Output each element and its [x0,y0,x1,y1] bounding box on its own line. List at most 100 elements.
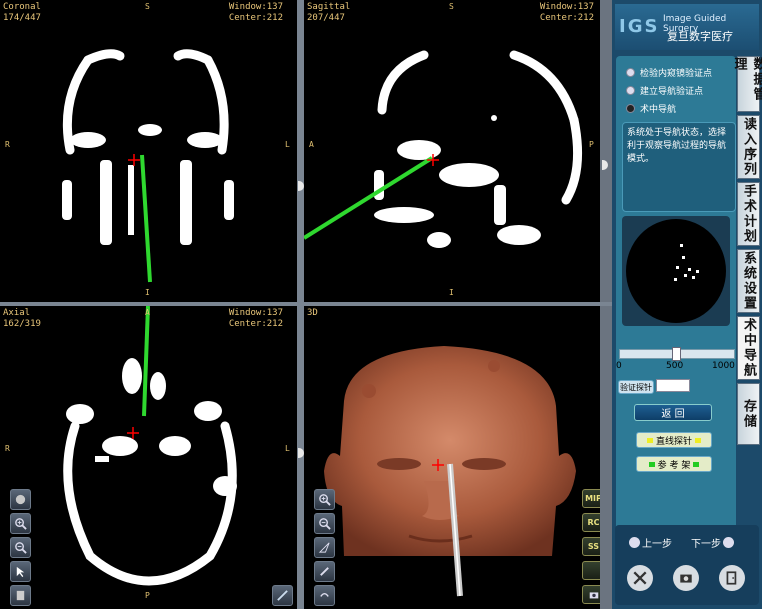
window-value: Window:137 [539,2,594,12]
slider-thumb[interactable] [671,347,681,361]
zoom-slider[interactable] [619,347,735,361]
orient-right: L [285,140,290,149]
ruler-button[interactable] [272,585,293,606]
circle-icon [15,494,26,505]
zoom-in-button[interactable] [314,489,335,510]
logo-area: IGS Image Guided Surgery 复旦数字医疗 [615,4,759,50]
window-value: Window:137 [228,308,283,318]
control-panel: IGS Image Guided Surgery 复旦数字医疗 检验内窥镜验证点… [612,0,762,609]
slice-index: 162/319 [3,319,41,329]
cursor-arrow-icon [16,566,25,578]
crosshair-icon [128,154,140,166]
probe-line [140,154,152,283]
ss-button[interactable]: SS [582,537,600,556]
camera-button[interactable] [582,585,600,604]
orient-right: L [285,444,290,453]
next-arrow-icon [723,537,734,548]
tab-storage[interactable]: 存储 [737,383,760,445]
slider-mid: 500 [666,361,684,371]
tab-surgery-plan[interactable]: 手术计划 [737,182,760,246]
orient-bottom: P [145,591,150,600]
next-step-button[interactable]: 下一步 [691,535,734,550]
status-led [695,437,701,443]
sagittal-image [304,50,583,248]
zoom-out-button[interactable] [10,537,31,558]
page-tool-button[interactable] [10,585,31,606]
wrench-icon [633,571,647,585]
panel-collapse-handle[interactable] [602,160,608,170]
slider-min: 0 [616,361,622,371]
verify-probe-button[interactable]: 验证探针 [618,380,654,394]
orient-left: A [309,140,314,149]
logo-chinese: 复旦数字医疗 [667,30,733,43]
igs-logo: IGS [619,16,660,37]
status-led [648,461,655,467]
tab-intraop-nav[interactable]: 术中导航 [737,316,760,380]
3d-head-render [324,346,576,597]
radio-dot [626,68,635,77]
status-message: 系统处于导航状态，选择利于观察导航过程的导航模式。 [622,122,736,212]
window-value: Window:137 [228,2,283,12]
orient-left: R [5,444,10,453]
reference-frame-button[interactable]: 参 考 架 [636,456,712,472]
exit-button[interactable] [719,565,745,591]
radio-verify-endoscope[interactable]: 检验内窥镜验证点 [626,66,712,79]
3d-viewport[interactable]: 3D MIP RC SS [304,306,600,609]
view-name: Sagittal [307,2,351,12]
view-name: Axial [3,308,31,318]
return-button[interactable]: 返 回 [634,404,712,421]
straight-probe-button[interactable]: 直线探针 [636,432,712,448]
tab-data-management[interactable]: 数据管理 [732,56,762,112]
tab-load-series[interactable]: 读入序列 [737,115,760,179]
orient-top: A [145,308,150,317]
status-led [646,437,653,443]
center-value: Center:212 [228,13,283,23]
horizontal-splitter[interactable] [0,302,612,306]
coronal-viewport[interactable]: Coronal 174/447 Window:137 Center:212 S I … [0,0,297,302]
reset-icon [320,592,329,597]
prev-step-button[interactable]: 上一步 [629,535,672,550]
camera-icon [680,574,692,583]
mip-button[interactable]: MIP [582,489,600,508]
marker-points [674,244,699,281]
tools-button[interactable] [627,565,653,591]
axial-viewport[interactable]: Axial 162/319 Window:137 Center:212 A P R … [0,306,297,609]
radio-dot-selected [626,104,635,113]
view-name: Coronal [3,2,41,12]
rc-button[interactable]: RC [582,513,600,532]
circle-tool-button[interactable] [10,489,31,510]
rotate-icon [318,542,330,553]
center-value: Center:212 [228,319,283,329]
nav-overview-scope [622,216,730,326]
zoom-out-icon [319,518,331,530]
pan-icon [320,567,329,576]
camera-icon [589,591,598,598]
slice-index: 207/447 [307,13,345,23]
ruler-icon [277,590,288,601]
zoom-in-button[interactable] [10,513,31,534]
sagittal-viewport[interactable]: Sagittal 207/447 Window:137 Center:212 S I… [304,0,600,302]
pan-button[interactable] [314,561,335,582]
coronal-image [62,49,234,283]
orient-right: P [589,140,594,149]
zoom-in-icon [15,518,27,530]
rotate-button[interactable] [314,537,335,558]
verify-probe-input[interactable] [656,379,690,392]
slider-max: 1000 [712,361,735,371]
status-led [693,461,700,467]
page-icon [16,590,25,601]
camera-capture-button[interactable] [673,565,699,591]
crosshair-icon [127,427,139,439]
axial-image [63,306,237,586]
orient-bottom: I [449,288,454,297]
radio-build-points[interactable]: 建立导航验证点 [626,84,703,97]
blank-tool-button[interactable] [582,561,600,580]
reset-view-button[interactable] [314,585,335,606]
zoom-out-button[interactable] [314,513,335,534]
orient-bottom: I [145,288,150,297]
probe-line [142,306,150,417]
radio-intraop-nav[interactable]: 术中导航 [626,102,676,115]
center-value: Center:212 [539,13,594,23]
tab-system-settings[interactable]: 系统设置 [737,249,760,313]
pointer-button[interactable] [10,561,31,582]
